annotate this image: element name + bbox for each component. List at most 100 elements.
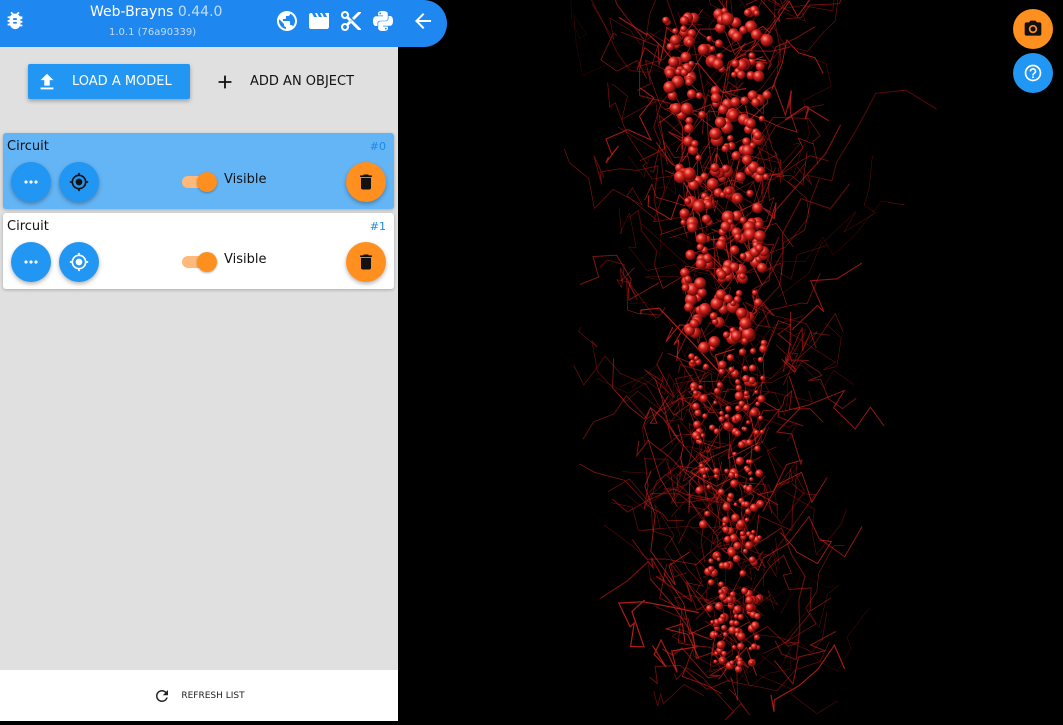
more-horiz-icon bbox=[21, 172, 41, 192]
neuron-soma bbox=[696, 92, 703, 99]
dendrite-strand bbox=[760, 676, 838, 714]
neuron-soma bbox=[696, 486, 704, 494]
neuron-soma bbox=[753, 71, 764, 82]
dendrite-strand bbox=[694, 0, 720, 2]
neuron-soma bbox=[740, 253, 747, 260]
neuron-soma bbox=[690, 360, 695, 365]
neuron-soma bbox=[750, 661, 754, 665]
build-label: 1.0.1 (76a90339) bbox=[109, 27, 196, 38]
dendrite-strand bbox=[619, 600, 699, 647]
neuron-soma bbox=[742, 338, 749, 345]
neuron-soma bbox=[736, 308, 747, 319]
neuron-soma bbox=[702, 214, 711, 223]
neuron-soma bbox=[709, 336, 721, 348]
neuron-soma bbox=[702, 413, 708, 419]
help-circle-icon bbox=[1023, 63, 1043, 83]
neuron-soma bbox=[759, 116, 765, 122]
more-options-button[interactable] bbox=[11, 162, 51, 202]
neuron-soma bbox=[740, 531, 746, 537]
dendrite-strand bbox=[794, 51, 831, 173]
neuron-soma bbox=[737, 660, 744, 667]
neuron-soma bbox=[735, 391, 744, 400]
neuron-soma bbox=[709, 128, 721, 140]
visibility-toggle[interactable] bbox=[180, 252, 216, 272]
snapshot-button[interactable] bbox=[1013, 9, 1053, 49]
dendrite-strand bbox=[620, 373, 678, 394]
model-name: Circuit bbox=[7, 139, 49, 154]
neuron-soma bbox=[739, 273, 745, 279]
scissors-icon[interactable] bbox=[339, 9, 363, 33]
neuron-soma bbox=[754, 445, 760, 451]
neuron-soma bbox=[752, 290, 758, 296]
neuron-soma bbox=[738, 400, 745, 407]
neuron-soma bbox=[746, 190, 753, 197]
dendrite-strand bbox=[606, 88, 654, 163]
python-icon[interactable] bbox=[371, 9, 395, 33]
arrow-back-icon[interactable] bbox=[411, 9, 435, 33]
side-panel: LOAD A MODEL ADD AN OBJECT Circuit #0 Vi… bbox=[0, 47, 398, 721]
neuron-soma bbox=[740, 217, 747, 224]
neuron-soma bbox=[744, 9, 752, 17]
neuron-soma bbox=[740, 96, 749, 105]
neuron-soma bbox=[728, 493, 735, 500]
visibility-toggle[interactable] bbox=[180, 172, 216, 192]
delete-model-button[interactable] bbox=[346, 242, 386, 282]
render-viewport[interactable] bbox=[399, 0, 1063, 721]
neuron-soma bbox=[719, 416, 725, 422]
neuron-soma bbox=[727, 135, 733, 141]
neuron-soma bbox=[760, 376, 765, 381]
focus-model-button[interactable] bbox=[59, 242, 99, 282]
clapperboard-icon[interactable] bbox=[307, 9, 331, 33]
app-title: Web-Brayns 0.44.0 bbox=[90, 4, 222, 20]
refresh-list-button[interactable]: REFRESH LIST bbox=[0, 670, 398, 721]
dendrite-strand bbox=[628, 210, 656, 266]
dendrite-strand bbox=[783, 491, 846, 555]
neuron-soma bbox=[734, 503, 738, 507]
model-card[interactable]: Circuit #0 Visible bbox=[3, 133, 394, 209]
dendrite-strand bbox=[666, 325, 685, 361]
focus-model-button[interactable] bbox=[59, 162, 99, 202]
neuron-soma bbox=[691, 140, 699, 148]
model-card[interactable]: Circuit #1 Visible bbox=[3, 213, 394, 289]
trash-icon bbox=[356, 252, 376, 272]
more-options-button[interactable] bbox=[11, 242, 51, 282]
help-button[interactable] bbox=[1013, 53, 1053, 93]
neuron-soma bbox=[730, 479, 738, 487]
neuron-soma bbox=[701, 433, 706, 438]
neuron-soma bbox=[723, 422, 732, 431]
neuron-soma bbox=[757, 535, 762, 540]
neuron-soma bbox=[715, 602, 723, 610]
neuron-soma bbox=[728, 548, 737, 557]
neuron-soma bbox=[751, 98, 760, 107]
delete-model-button[interactable] bbox=[346, 162, 386, 202]
dendrite-strand bbox=[777, 156, 875, 298]
neuron-soma bbox=[736, 290, 743, 297]
upload-icon bbox=[36, 71, 58, 93]
neuron-soma bbox=[745, 508, 751, 514]
neuron-soma bbox=[721, 625, 727, 631]
neuron-soma bbox=[693, 421, 701, 429]
app-name: Web-Brayns bbox=[90, 4, 173, 20]
neuron-circuit-render bbox=[399, 0, 1063, 721]
neuron-soma bbox=[718, 360, 727, 369]
refresh-icon bbox=[153, 687, 171, 705]
neuron-soma bbox=[695, 155, 702, 162]
globe-icon[interactable] bbox=[275, 9, 299, 33]
neuron-soma bbox=[728, 110, 739, 121]
bug-icon[interactable] bbox=[4, 9, 26, 31]
neuron-soma bbox=[696, 258, 707, 269]
neuron-soma bbox=[729, 660, 734, 665]
neuron-soma bbox=[688, 353, 695, 360]
neuron-soma bbox=[725, 406, 731, 412]
neuron-soma bbox=[756, 166, 765, 175]
neuron-soma bbox=[754, 634, 760, 640]
add-object-button[interactable]: ADD AN OBJECT bbox=[206, 64, 366, 99]
neuron-soma bbox=[694, 277, 706, 289]
load-model-button[interactable]: LOAD A MODEL bbox=[28, 64, 190, 99]
neuron-soma bbox=[751, 621, 759, 629]
neuron-soma bbox=[754, 613, 761, 620]
crosshair-icon bbox=[69, 252, 89, 272]
neuron-soma bbox=[718, 489, 725, 496]
neuron-soma bbox=[698, 385, 703, 390]
neuron-soma bbox=[672, 28, 678, 34]
